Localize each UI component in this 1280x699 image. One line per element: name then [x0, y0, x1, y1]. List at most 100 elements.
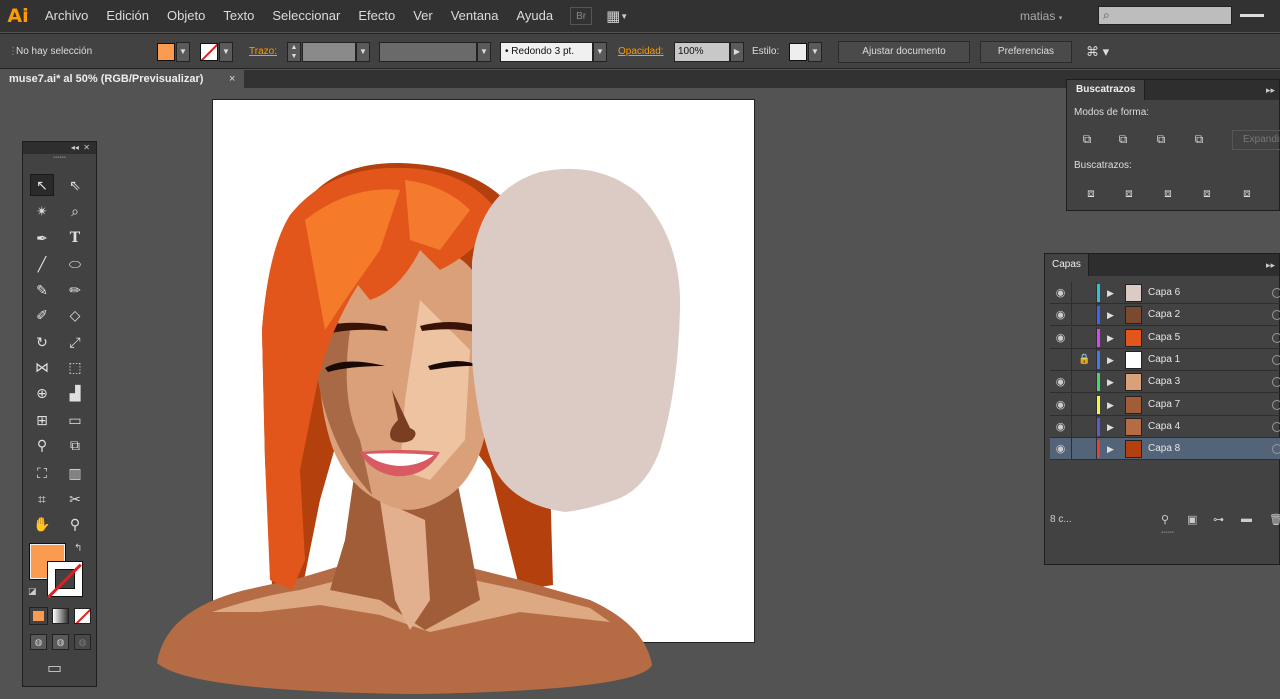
menu-texto[interactable]: Texto — [214, 0, 263, 32]
lasso-tool-icon[interactable]: ⌕ — [63, 200, 87, 222]
hand-tool-icon[interactable]: ✋ — [30, 513, 54, 535]
lock-icon[interactable]: 🔒 — [1073, 348, 1097, 371]
visibility-eye-icon[interactable]: ◉ — [1050, 393, 1072, 416]
style-swatch[interactable] — [789, 43, 807, 61]
slice-tool-icon[interactable]: ✂ — [63, 488, 87, 510]
blob-brush-tool-icon[interactable]: ✐ — [30, 304, 54, 326]
arrange-icon[interactable]: ⌘ ▾ — [1086, 42, 1109, 62]
fit-document-button[interactable]: Ajustar documento — [838, 41, 970, 63]
target-icon[interactable] — [1272, 310, 1280, 321]
target-icon[interactable] — [1272, 377, 1280, 388]
menu-efecto[interactable]: Efecto — [349, 0, 404, 32]
bridge-icon[interactable]: Br — [570, 7, 593, 25]
stroke-color-swatch[interactable] — [200, 43, 218, 61]
visibility-eye-icon[interactable]: ◉ — [1050, 282, 1072, 304]
line-tool-icon[interactable]: ╱ — [30, 253, 54, 275]
close-tab-icon[interactable]: × — [229, 70, 235, 88]
lock-icon[interactable] — [1073, 282, 1097, 304]
user-menu[interactable]: matias ▾ — [1020, 0, 1062, 35]
artboard[interactable] — [212, 99, 755, 643]
variable-width-field[interactable] — [379, 42, 477, 62]
target-icon[interactable] — [1272, 421, 1280, 432]
lock-icon[interactable] — [1073, 304, 1097, 327]
unite-icon[interactable]: ⧉ — [1079, 132, 1095, 146]
magic-wand-tool-icon[interactable]: ✴ — [30, 200, 54, 222]
fill-dropdown[interactable]: ▼ — [176, 42, 190, 62]
delete-layer-icon[interactable]: 🗑 — [1269, 513, 1280, 526]
expand-triangle-icon[interactable]: ▶ — [1107, 327, 1114, 349]
draw-normal-icon[interactable]: ◍ — [30, 634, 47, 650]
symbol-sprayer-tool-icon[interactable]: ⛶ — [30, 462, 54, 484]
menu-seleccionar[interactable]: Seleccionar — [263, 0, 349, 32]
draw-inside-icon[interactable]: ◍ — [74, 634, 91, 650]
new-layer-icon[interactable]: ▬ — [1241, 513, 1252, 525]
new-sublayer-icon[interactable]: ⊶ — [1213, 513, 1224, 526]
expand-triangle-icon[interactable]: ▶ — [1107, 416, 1114, 438]
target-icon[interactable] — [1272, 354, 1280, 365]
default-colors-icon[interactable]: ◪ — [28, 586, 37, 597]
pencil-tool-icon[interactable]: ✏ — [63, 279, 87, 301]
scale-tool-icon[interactable]: ⤢ — [63, 331, 87, 353]
brush-definition-field[interactable]: • Redondo 3 pt. — [500, 42, 593, 62]
ellipse-tool-icon[interactable]: ⬭ — [63, 253, 87, 275]
width-tool-icon[interactable]: ⋈ — [30, 356, 54, 378]
layers-tab[interactable]: Capas — [1045, 254, 1089, 276]
document-tab[interactable]: muse7.ai* al 50% (RGB/Previsualizar) × — [0, 70, 244, 88]
expand-button[interactable]: Expandir — [1232, 130, 1280, 150]
layer-row[interactable]: ◉ ▶ Capa 4 — [1050, 415, 1280, 438]
direct-selection-tool-icon[interactable]: ⇖ — [63, 174, 87, 196]
menu-edicion[interactable]: Edición — [97, 0, 158, 32]
minimize-icon[interactable] — [1240, 5, 1264, 17]
stroke-dropdown[interactable]: ▼ — [219, 42, 233, 62]
fill-color-swatch[interactable] — [157, 43, 175, 61]
visibility-eye-icon[interactable]: ◉ — [1050, 326, 1072, 349]
stroke-weight-field[interactable] — [302, 42, 356, 62]
intersect-icon[interactable]: ⧉ — [1153, 132, 1169, 146]
arrange-documents-button[interactable]: ▦ ▼ — [606, 7, 628, 25]
none-mode-icon[interactable] — [74, 608, 91, 624]
visibility-eye-icon[interactable] — [1050, 348, 1072, 371]
stroke-label[interactable]: Trazo: — [249, 42, 277, 62]
expand-triangle-icon[interactable]: ▶ — [1107, 394, 1114, 416]
divide-icon[interactable]: ⧈ — [1083, 186, 1099, 200]
lock-icon[interactable] — [1073, 415, 1097, 438]
swap-colors-icon[interactable]: ↰ — [74, 543, 82, 554]
layer-row[interactable]: ◉ ▶ Capa 7 — [1050, 393, 1280, 416]
menu-ver[interactable]: Ver — [404, 0, 442, 32]
locate-object-icon[interactable]: ⚲ — [1161, 513, 1169, 526]
visibility-eye-icon[interactable]: ◉ — [1050, 304, 1072, 327]
column-graph-tool-icon[interactable]: ▥ — [63, 462, 87, 484]
rotate-tool-icon[interactable]: ↻ — [30, 331, 54, 353]
opacity-label[interactable]: Opacidad: — [618, 42, 664, 62]
preferences-button[interactable]: Preferencias — [980, 41, 1072, 63]
opacity-dropdown[interactable]: ▶ — [730, 42, 744, 62]
lock-icon[interactable] — [1073, 326, 1097, 349]
stroke-weight-dropdown[interactable]: ▼ — [356, 42, 370, 62]
layer-row[interactable]: ◉ ▶ Capa 5 — [1050, 326, 1280, 349]
target-icon[interactable] — [1272, 444, 1280, 455]
artboard-tool-icon[interactable]: ⌗ — [30, 488, 54, 510]
panel-menu-icon[interactable]: ▸▸ — [1266, 254, 1275, 276]
menu-ventana[interactable]: Ventana — [442, 0, 508, 32]
visibility-eye-icon[interactable]: ◉ — [1050, 438, 1072, 461]
outline-icon[interactable]: ⧈ — [1239, 186, 1255, 200]
target-icon[interactable] — [1272, 288, 1280, 298]
opacity-field[interactable]: 100% — [674, 42, 730, 62]
trim-icon[interactable]: ⧈ — [1121, 186, 1137, 200]
pathfinder-tab[interactable]: Buscatrazos — [1067, 80, 1146, 100]
eyedropper-tool-icon[interactable]: ⚲ — [30, 434, 54, 456]
lock-icon[interactable] — [1073, 371, 1097, 394]
menu-ayuda[interactable]: Ayuda — [507, 0, 562, 32]
target-icon[interactable] — [1272, 332, 1280, 343]
shape-builder-tool-icon[interactable]: ⊕ — [30, 382, 54, 404]
stroke-swatch[interactable] — [47, 561, 83, 597]
mesh-tool-icon[interactable]: ⊞ — [30, 409, 54, 431]
layer-row[interactable]: ◉ ▶ Capa 3 — [1050, 371, 1280, 394]
clipping-mask-icon[interactable]: ▣ — [1187, 513, 1197, 526]
panel-menu-icon[interactable]: ▸▸ — [1266, 80, 1275, 100]
brush-dropdown[interactable]: ▼ — [593, 42, 607, 62]
lock-icon[interactable] — [1073, 438, 1097, 461]
menu-objeto[interactable]: Objeto — [158, 0, 214, 32]
visibility-eye-icon[interactable]: ◉ — [1050, 371, 1072, 394]
merge-icon[interactable]: ⧈ — [1160, 186, 1176, 200]
